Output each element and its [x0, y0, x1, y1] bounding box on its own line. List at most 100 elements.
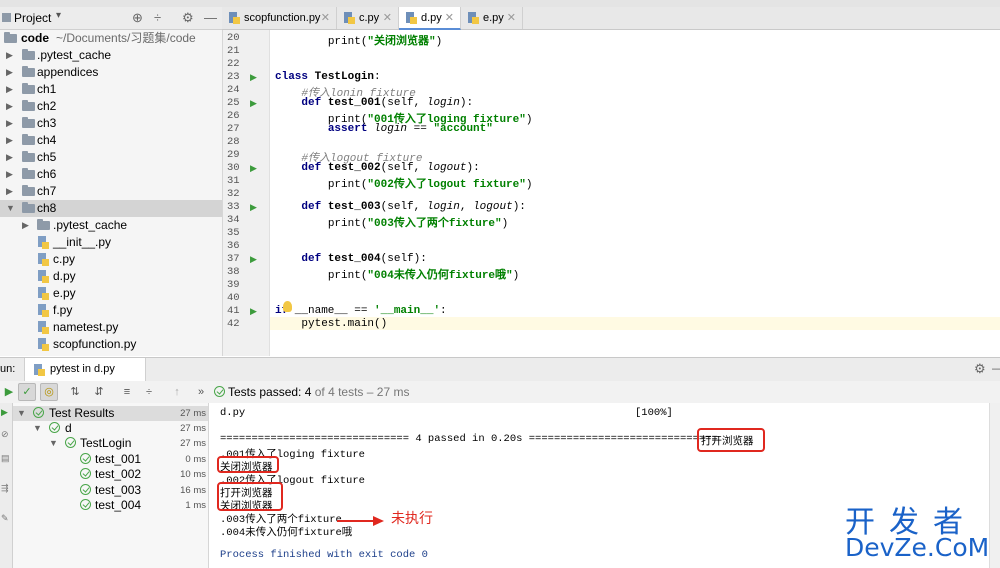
gear-icon[interactable]: ⚙ — [182, 10, 194, 26]
test-node[interactable]: ▼ d 27 ms — [13, 421, 208, 436]
chevron-down-icon[interactable]: ▼ — [33, 421, 42, 436]
pin-icon[interactable]: ⊘ — [1, 429, 9, 440]
chevron-right-icon[interactable]: ▶ — [6, 98, 13, 115]
run-icon[interactable]: ▶ — [250, 306, 257, 317]
chevron-right-icon[interactable]: ▶ — [6, 166, 13, 183]
expand-all-icon[interactable]: ≡ — [118, 383, 136, 401]
project-folder-icon — [2, 13, 11, 22]
tree-root-code[interactable]: code ~/Documents/习题集/code — [0, 30, 222, 47]
tree-item[interactable]: c.py — [0, 251, 222, 268]
code-line: def test_002(self, logout): — [301, 162, 480, 174]
close-icon[interactable]: ✕ — [383, 7, 392, 29]
test-node[interactable]: test_003 16 ms — [13, 483, 208, 498]
tree-item[interactable]: __init__.py — [0, 234, 222, 251]
chevron-right-icon[interactable]: ▶ — [6, 115, 13, 132]
tree-item[interactable]: ▶ ch4 — [0, 132, 222, 149]
tree-item[interactable]: ▶ appendices — [0, 64, 222, 81]
line-number: 40 — [227, 292, 240, 304]
previous-failed-icon[interactable]: ↑ — [168, 383, 186, 401]
run-icon[interactable]: ▶ — [250, 163, 257, 174]
rerun-icon[interactable]: ▶ — [0, 383, 18, 401]
show-ignored-icon[interactable]: ◎ — [40, 383, 58, 401]
tree-item[interactable]: ▶ ch2 — [0, 98, 222, 115]
tab-d-py[interactable]: d.py ✕ — [399, 7, 461, 30]
chevron-right-icon[interactable]: ▶ — [6, 64, 13, 81]
console-line: d.py — [220, 407, 246, 419]
rerun-icon[interactable]: ▶ — [1, 407, 8, 418]
tree-item[interactable]: ▶ .pytest_cache — [0, 47, 222, 64]
close-icon[interactable]: ✕ — [445, 7, 454, 29]
folder-icon — [22, 185, 35, 196]
tree-item[interactable]: ▶ ch3 — [0, 115, 222, 132]
tree-item[interactable]: ▶ .pytest_cache — [0, 217, 222, 234]
locate-icon[interactable]: ⊕ — [132, 10, 143, 26]
chevron-down-icon[interactable]: ▼ — [6, 200, 15, 217]
line-number: 36 — [227, 240, 240, 252]
more-icon[interactable]: » — [192, 383, 210, 401]
tree-item[interactable]: ▶ ch7 — [0, 183, 222, 200]
test-node[interactable]: test_002 10 ms — [13, 467, 208, 482]
run-config-tab[interactable]: pytest in d.py — [24, 358, 146, 382]
tab-label: d.py — [421, 12, 442, 24]
split-icon[interactable]: ⇶ — [1, 483, 9, 494]
run-icon[interactable]: ▶ — [250, 254, 257, 265]
tab-e-py[interactable]: e.py ✕ — [461, 7, 523, 29]
lightbulb-icon[interactable] — [283, 301, 292, 312]
code-line: print("002传入了logout fixture") — [327, 179, 533, 191]
chevron-right-icon[interactable]: ▶ — [6, 47, 13, 64]
tree-item[interactable]: d.py — [0, 268, 222, 285]
close-icon[interactable]: ✕ — [507, 7, 516, 29]
annotation-box — [217, 482, 283, 511]
chevron-right-icon[interactable]: ▶ — [6, 132, 13, 149]
chevron-down-icon[interactable]: ▾ — [56, 10, 61, 21]
test-node[interactable]: ▼ Test Results 27 ms — [13, 406, 208, 421]
tab-c-py[interactable]: c.py ✕ — [337, 7, 399, 29]
run-icon[interactable]: ▶ — [250, 98, 257, 109]
test-runner-toolbar: ▶ ✓ ◎ ⇅ ⇵ ≡ ÷ ↑ » Tests passed: 4 of 4 t… — [0, 381, 1000, 404]
tree-item-ch8[interactable]: ▼ ch8 — [0, 200, 222, 217]
chevron-down-icon[interactable]: ▼ — [49, 436, 58, 451]
tree-item-label: ch6 — [37, 167, 57, 181]
chevron-right-icon[interactable]: ▶ — [6, 81, 13, 98]
close-icon[interactable]: ✕ — [321, 7, 330, 29]
tree-item[interactable]: e.py — [0, 285, 222, 302]
chevron-down-icon[interactable]: ▼ — [17, 406, 26, 421]
show-passed-icon[interactable]: ✓ — [18, 383, 36, 401]
check-icon — [33, 407, 44, 418]
layout-icon[interactable]: ▤ — [1, 453, 10, 464]
run-icon[interactable]: ▶ — [250, 202, 257, 213]
tree-item-label: e.py — [53, 286, 76, 300]
tree-item[interactable]: nametest.py — [0, 319, 222, 336]
tree-item[interactable]: f.py — [0, 302, 222, 319]
tree-item[interactable]: scopfunction.py — [0, 336, 222, 353]
code-editor[interactable]: 20 21 22 23 24 25 26 27 28 29 30 31 32 3… — [223, 30, 1000, 356]
collapse-all-icon[interactable]: ÷ — [154, 10, 161, 25]
hide-panel-icon[interactable]: — — [992, 361, 1000, 375]
chevron-right-icon[interactable]: ▶ — [6, 149, 13, 166]
collapse-all-icon[interactable]: ÷ — [140, 383, 158, 401]
chevron-right-icon[interactable]: ▶ — [22, 217, 29, 234]
sort-duration-icon[interactable]: ⇵ — [90, 383, 108, 401]
tab-scopfunction[interactable]: scopfunction.py ✕ — [222, 7, 337, 29]
sort-alpha-icon[interactable]: ⇅ — [66, 383, 84, 401]
line-number: 23 — [227, 71, 240, 83]
test-node-label: TestLogin — [80, 436, 132, 450]
test-node[interactable]: test_001 0 ms — [13, 452, 208, 467]
test-node[interactable]: test_004 1 ms — [13, 498, 208, 513]
tree-item[interactable]: ▶ ch5 — [0, 149, 222, 166]
project-view-selector[interactable]: Project — [14, 11, 51, 25]
hide-panel-icon[interactable]: — — [204, 10, 217, 25]
tree-item[interactable]: ▶ ch6 — [0, 166, 222, 183]
line-number: 30 — [227, 162, 240, 174]
line-number: 39 — [227, 279, 240, 291]
gear-icon[interactable]: ⚙ — [974, 361, 986, 377]
run-icon[interactable]: ▶ — [250, 72, 257, 83]
python-file-icon — [34, 364, 45, 376]
chevron-right-icon[interactable]: ▶ — [6, 183, 13, 200]
annotation-box — [217, 456, 279, 473]
tree-item-label: .pytest_cache — [37, 48, 112, 62]
tree-item[interactable]: ▶ ch1 — [0, 81, 222, 98]
test-node[interactable]: ▼ TestLogin 27 ms — [13, 436, 208, 451]
line-number: 27 — [227, 123, 240, 135]
pin-tab-icon[interactable]: ✎ — [1, 513, 9, 524]
